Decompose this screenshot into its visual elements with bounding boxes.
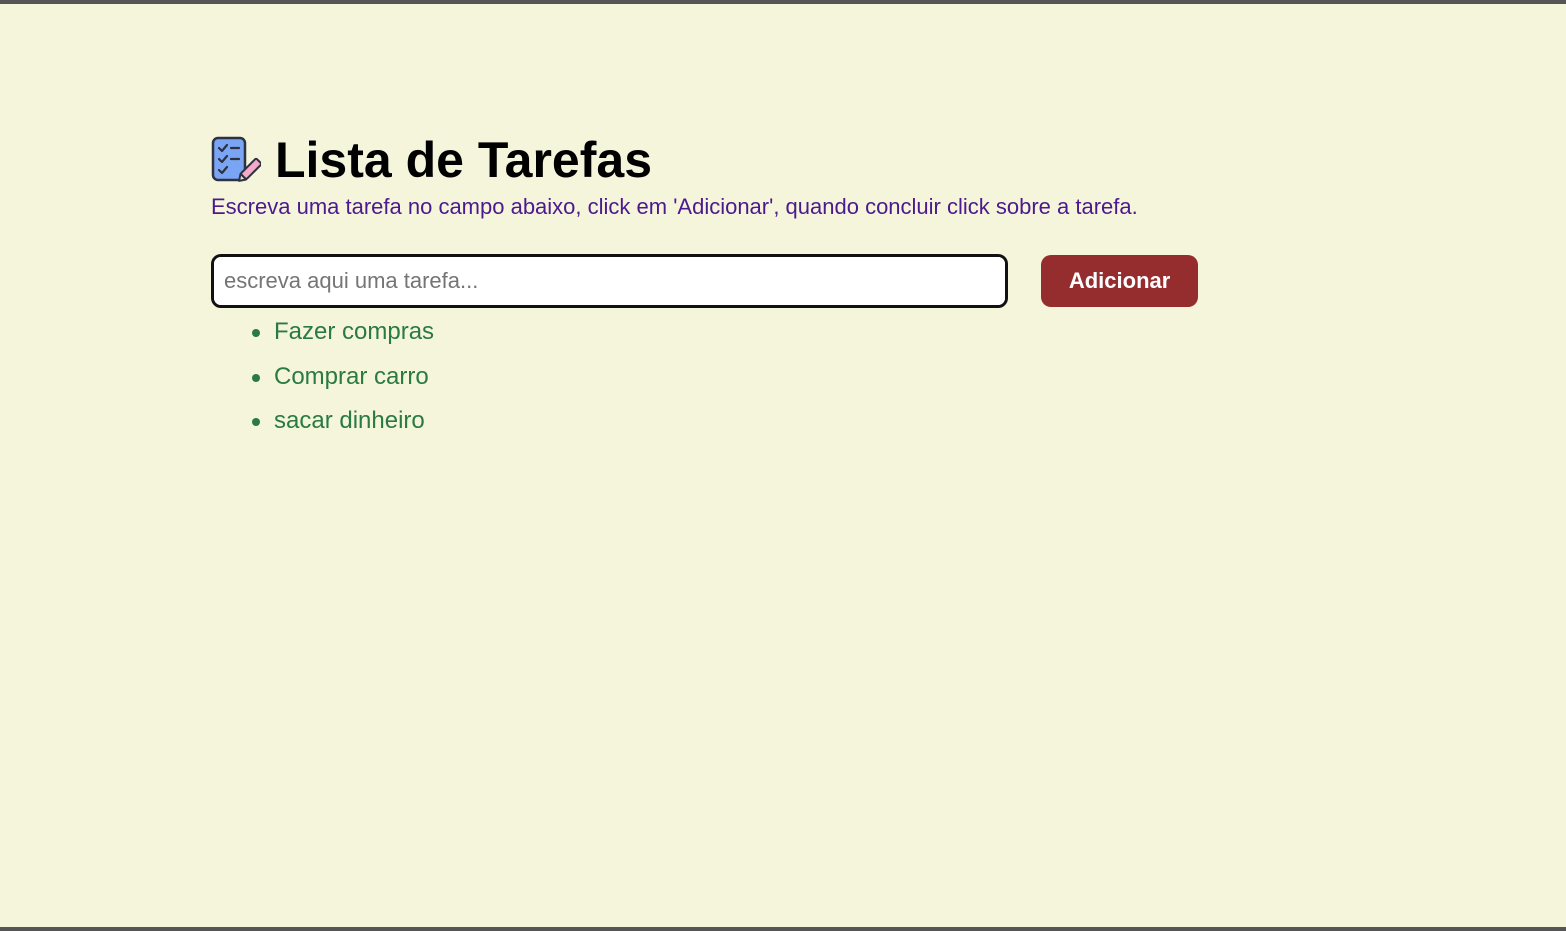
add-task-form: Adicionar	[211, 254, 1198, 308]
header: Lista de Tarefas	[211, 130, 1198, 190]
task-input[interactable]	[211, 254, 1009, 308]
todo-app: Lista de Tarefas Escreva uma tarefa no c…	[211, 130, 1198, 452]
page-title: Lista de Tarefas	[275, 132, 653, 188]
task-item[interactable]: Comprar carro	[252, 363, 1198, 391]
add-button[interactable]: Adicionar	[1041, 255, 1198, 307]
task-item[interactable]: sacar dinheiro	[252, 407, 1198, 435]
page-subtitle: Escreva uma tarefa no campo abaixo, clic…	[211, 194, 1138, 219]
checklist-pencil-icon	[211, 135, 263, 185]
task-list: Fazer compras Comprar carro sacar dinhei…	[211, 318, 1198, 435]
task-item[interactable]: Fazer compras	[252, 318, 1198, 346]
